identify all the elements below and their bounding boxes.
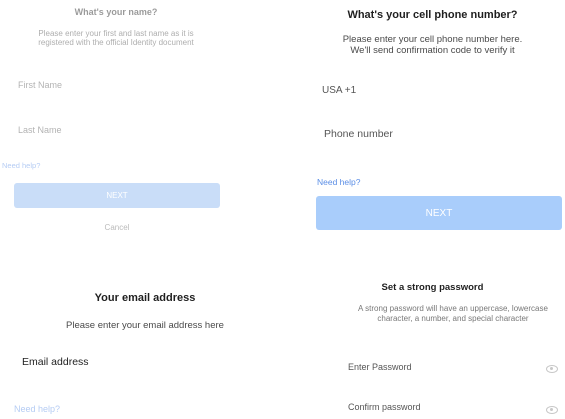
- name-step-title: What's your name?: [74, 7, 158, 17]
- confirm-password-input[interactable]: [348, 402, 528, 412]
- email-step-description: Please enter your email address here: [66, 320, 224, 331]
- email-step-title: Your email address: [94, 292, 196, 304]
- last-name-input[interactable]: [18, 125, 208, 135]
- email-address-input[interactable]: [22, 356, 272, 368]
- password-step-title: Set a strong password: [381, 282, 484, 293]
- enter-password-input[interactable]: [348, 362, 528, 372]
- phone-step-description-2: We'll send confirmation code to verify i…: [350, 45, 515, 56]
- cancel-link[interactable]: Cancel: [14, 223, 220, 232]
- email-need-help-link[interactable]: Need help?: [14, 404, 60, 414]
- phone-step-panel: What's your cell phone number? Please en…: [300, 0, 565, 250]
- show-password-icon[interactable]: [546, 365, 558, 373]
- name-step-panel: What's your name? Please enter your firs…: [0, 0, 240, 250]
- password-step-panel: Set a strong password A strong password …: [300, 260, 565, 419]
- password-step-description: A strong password will have an uppercase…: [358, 304, 548, 323]
- country-code-select[interactable]: USA +1: [322, 85, 356, 96]
- phone-number-input[interactable]: [324, 128, 554, 140]
- show-confirm-password-icon[interactable]: [546, 406, 558, 414]
- phone-need-help-link[interactable]: Need help?: [317, 177, 360, 187]
- name-step-description: Please enter your first and last name as…: [38, 29, 194, 47]
- phone-next-button[interactable]: NEXT: [316, 196, 562, 230]
- name-need-help-link[interactable]: Need help?: [2, 161, 40, 170]
- phone-step-description-1: Please enter your cell phone number here…: [342, 34, 523, 45]
- name-next-button[interactable]: NEXT: [14, 183, 220, 208]
- email-step-panel: Your email address Please enter your ema…: [0, 260, 290, 419]
- first-name-input[interactable]: [18, 80, 208, 90]
- phone-step-title: What's your cell phone number?: [347, 9, 518, 21]
